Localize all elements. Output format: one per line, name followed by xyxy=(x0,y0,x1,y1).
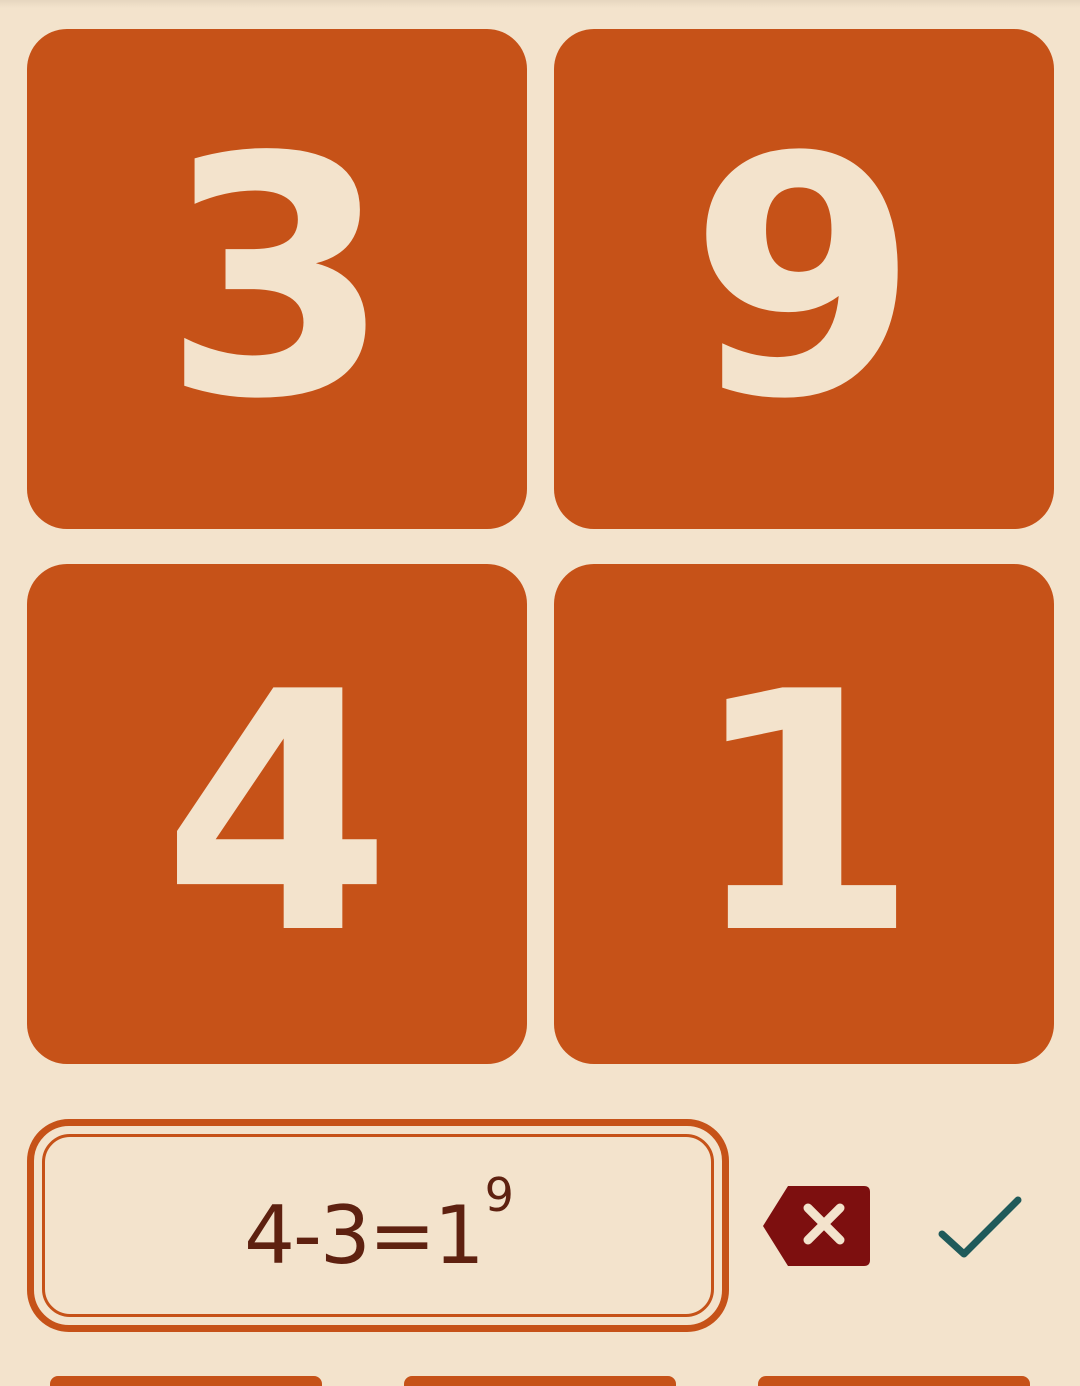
answer-display: 4-3=19 xyxy=(27,1119,729,1332)
operator-button-peek-1[interactable] xyxy=(50,1376,322,1386)
confirm-button[interactable] xyxy=(938,1194,1022,1260)
expression-superscript: 9 xyxy=(484,1167,514,1222)
number-tile-4[interactable]: 1 xyxy=(554,564,1054,1064)
answer-display-inner: 4-3=19 xyxy=(42,1134,714,1317)
expression-text: 4-3=19 xyxy=(244,1172,514,1276)
top-edge-shadow xyxy=(0,0,1080,8)
number-tile-1-value: 3 xyxy=(162,87,392,471)
backspace-button[interactable] xyxy=(760,1184,872,1268)
operator-button-peek-3[interactable] xyxy=(758,1376,1030,1386)
number-tile-3[interactable]: 4 xyxy=(27,564,527,1064)
checkmark-icon xyxy=(938,1196,1022,1258)
number-tile-1[interactable]: 3 xyxy=(27,29,527,529)
operator-button-peek-2[interactable] xyxy=(404,1376,676,1386)
number-tile-2[interactable]: 9 xyxy=(554,29,1054,529)
number-tile-4-value: 1 xyxy=(689,622,919,1006)
number-tile-2-value: 9 xyxy=(689,87,919,471)
number-tile-3-value: 4 xyxy=(162,622,392,1006)
expression-main: 4-3=1 xyxy=(244,1188,485,1282)
